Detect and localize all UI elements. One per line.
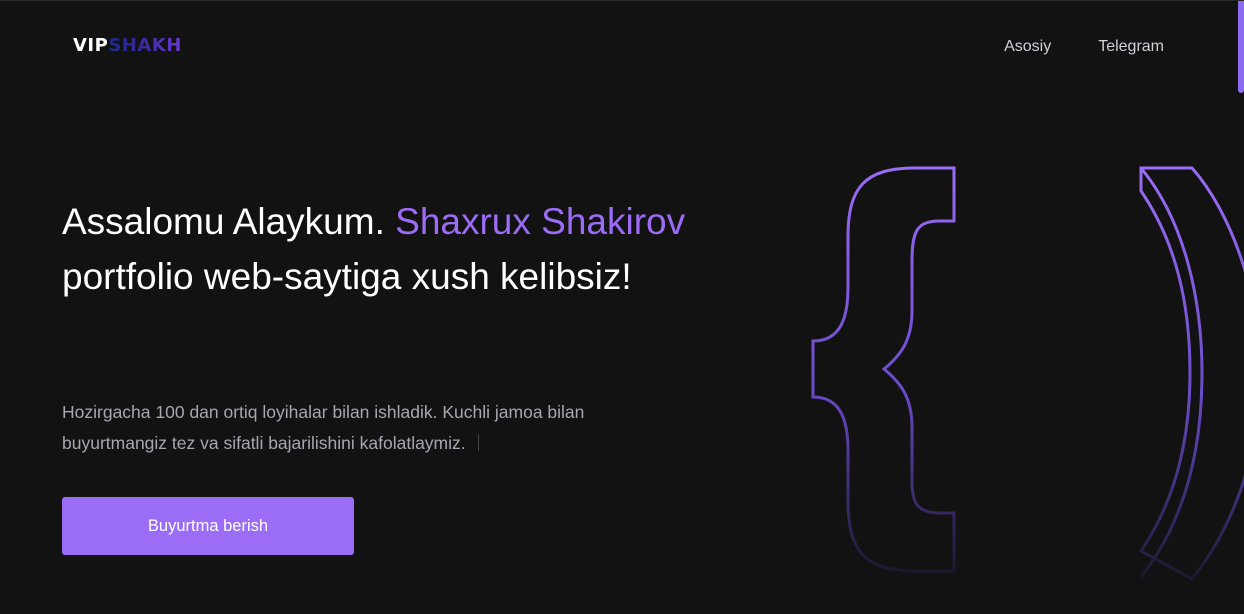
hero-description-text: Hozirgacha 100 dan ortiq loyihalar bilan…	[62, 402, 585, 453]
logo-part-shakh: SHAKH	[108, 35, 182, 56]
main-nav: Asosiy Telegram	[1004, 38, 1164, 56]
right-paren-outline	[1138, 166, 1244, 581]
order-button[interactable]: Buyurtma berish	[62, 497, 354, 555]
nav-link-telegram[interactable]: Telegram	[1098, 38, 1164, 56]
hero-title-part2: portfolio web-saytiga xush kelibsiz!	[62, 255, 632, 297]
text-cursor	[477, 434, 479, 451]
code-brace-graphic	[811, 166, 1244, 581]
site-header: VIPSHAKH Asosiy Telegram	[0, 1, 1244, 93]
hero-title-part1: Assalomu Alaykum.	[62, 201, 396, 242]
site-logo[interactable]: VIPSHAKH	[73, 36, 182, 56]
hero-title-name: Shaxrux Shakirov	[395, 201, 686, 242]
nav-link-asosiy[interactable]: Asosiy	[1004, 38, 1051, 56]
hero-title: Assalomu Alaykum. Shaxrux Shakirov portf…	[62, 195, 722, 304]
logo-part-vip: VIP	[73, 35, 109, 56]
curly-brace-code-icon	[790, 151, 1244, 591]
scrollbar-thumb[interactable]	[1238, 1, 1244, 93]
left-brace-outline	[811, 166, 956, 573]
hero-description: Hozirgacha 100 dan ortiq loyihalar bilan…	[62, 397, 662, 459]
